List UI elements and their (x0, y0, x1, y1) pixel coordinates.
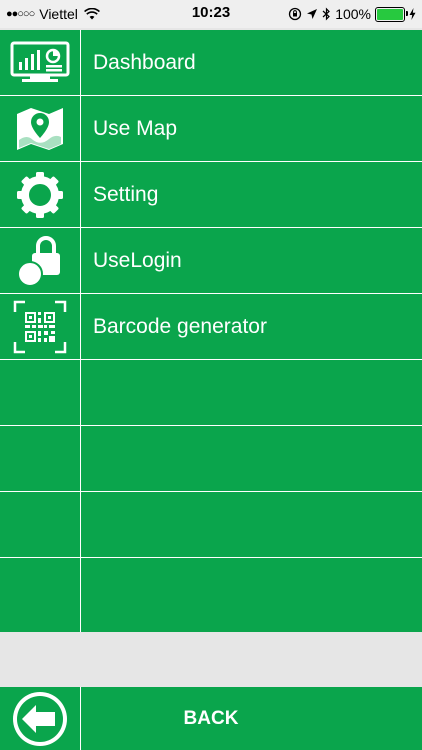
qr-code-scan-icon (0, 294, 80, 359)
battery-icon (375, 6, 408, 22)
menu-item-label: Dashboard (93, 51, 196, 74)
location-arrow-icon (307, 9, 318, 19)
menu-item-label: Setting (93, 183, 159, 206)
menu-item-barcode-generator[interactable]: Barcode generator (0, 294, 422, 360)
arrow-left-circle-icon (13, 691, 67, 746)
footer-bar: BACK (0, 687, 422, 750)
lock-user-icon (0, 228, 80, 293)
menu-item-empty (0, 492, 422, 558)
bluetooth-icon (322, 7, 331, 21)
menu-item-label: Barcode generator (93, 315, 267, 338)
back-button[interactable]: BACK (81, 687, 341, 750)
menu-item-label: Use Map (93, 117, 178, 140)
status-bar: ●●○○○ Viettel 10:23 100% (0, 0, 422, 28)
charging-bolt-icon (409, 8, 416, 20)
menu-item-empty (0, 558, 422, 632)
dashboard-monitor-icon (0, 30, 80, 95)
menu-item-empty (0, 360, 422, 426)
back-icon-button[interactable] (0, 687, 80, 750)
menu-item-use-map[interactable]: Use Map (0, 96, 422, 162)
menu-list: Dashboard Use Map Setting UseLogin Barco… (0, 30, 422, 632)
menu-item-empty (0, 426, 422, 492)
orientation-lock-icon (289, 7, 302, 21)
status-right: 100% (288, 5, 416, 23)
menu-item-uselogin[interactable]: UseLogin (0, 228, 422, 294)
menu-item-dashboard[interactable]: Dashboard (0, 30, 422, 96)
menu-item-label: UseLogin (93, 249, 182, 272)
menu-item-setting[interactable]: Setting (0, 162, 422, 228)
battery-percent: 100% (335, 6, 371, 22)
map-pin-icon (0, 96, 80, 161)
gear-icon (0, 162, 80, 227)
